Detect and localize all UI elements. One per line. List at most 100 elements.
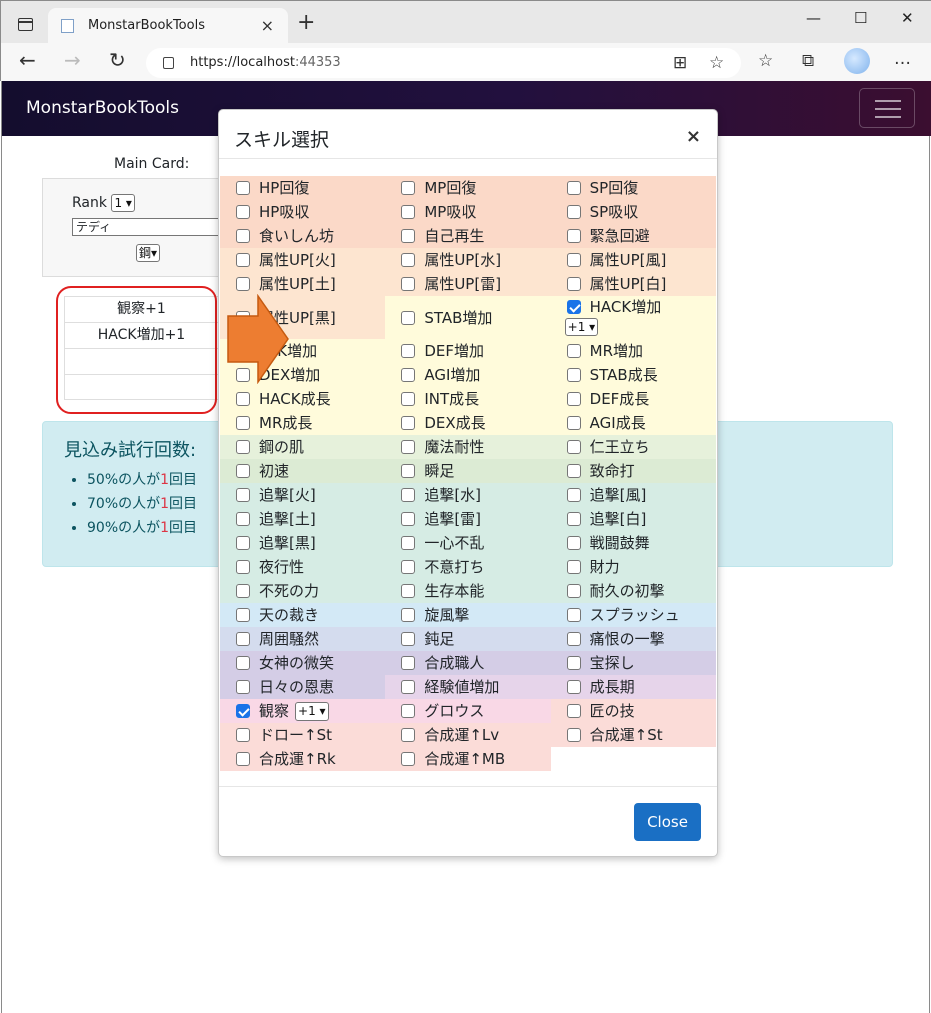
skill-checkbox[interactable] <box>401 277 416 291</box>
refresh-icon[interactable]: ↻ <box>109 48 126 72</box>
skill-checkbox[interactable] <box>236 608 250 622</box>
skill-checkbox[interactable] <box>401 560 416 574</box>
modal-close-icon[interactable]: × <box>686 126 701 147</box>
skill-option[interactable]: 追撃[雷] <box>385 507 551 531</box>
skill-checkbox[interactable] <box>401 656 416 670</box>
skill-option[interactable]: 属性UP[火] <box>220 248 386 272</box>
back-icon[interactable]: ← <box>19 48 36 72</box>
skill-option[interactable]: 追撃[白] <box>550 507 716 531</box>
skill-option[interactable]: 追撃[水] <box>385 483 551 507</box>
skill-level-select[interactable]: +1 ▾ <box>564 318 599 336</box>
skill-checkbox[interactable] <box>401 416 416 430</box>
skill-option[interactable]: 緊急回避 <box>550 224 716 248</box>
url-field[interactable]: https://localhost:44353 ⊞ ☆ <box>146 48 741 78</box>
skill-option[interactable]: 周囲騒然 <box>220 627 386 651</box>
skill-option[interactable]: MP回復 <box>385 176 551 200</box>
skill-checkbox[interactable] <box>236 488 250 502</box>
card-name-input[interactable]: テディ <box>72 218 222 236</box>
skill-checkbox[interactable] <box>566 229 581 243</box>
skill-option[interactable]: 属性UP[土] <box>220 272 386 296</box>
favorites-icon[interactable]: ☆ <box>758 51 773 71</box>
skill-option[interactable]: 匠の技 <box>550 699 716 723</box>
tab-close-icon[interactable]: × <box>261 8 274 43</box>
skill-checkbox[interactable] <box>401 368 416 382</box>
skill-level-select[interactable]: +1 ▾ <box>295 701 329 721</box>
skill-checkbox[interactable] <box>401 584 416 598</box>
skill-option[interactable]: グロウス <box>385 699 551 723</box>
skill-checkbox[interactable] <box>401 181 416 195</box>
skill-checkbox[interactable] <box>236 536 250 550</box>
skill-option[interactable]: 宝探し <box>550 651 716 675</box>
skill-checkbox[interactable] <box>236 632 250 646</box>
skill-checkbox[interactable] <box>566 728 581 742</box>
skill-checkbox[interactable] <box>236 181 250 195</box>
browser-tab[interactable]: MonstarBookTools × <box>48 8 288 43</box>
skill-option[interactable]: 追撃[土] <box>220 507 386 531</box>
skill-option[interactable]: AGI成長 <box>550 411 716 435</box>
skill-option[interactable]: 経験値増加 <box>385 675 551 699</box>
skill-option[interactable]: DEX成長 <box>385 411 551 435</box>
skill-checkbox[interactable] <box>401 392 416 406</box>
skill-option[interactable]: HACK増加 +1 ▾ <box>550 296 716 339</box>
skill-checkbox[interactable] <box>566 560 581 574</box>
skill-option[interactable]: HP回復 <box>220 176 386 200</box>
skill-option[interactable]: 致命打 <box>550 459 716 483</box>
skill-option[interactable]: MP吸収 <box>385 200 551 224</box>
skill-checkbox[interactable] <box>401 344 416 358</box>
skill-checkbox[interactable] <box>236 464 250 478</box>
skill-option[interactable]: 追撃[風] <box>550 483 716 507</box>
skill-option[interactable]: 属性UP[雷] <box>385 272 551 296</box>
skill-option[interactable]: INT成長 <box>385 387 551 411</box>
material-select[interactable]: 鋼▾ <box>136 244 161 262</box>
skill-checkbox[interactable] <box>566 300 581 314</box>
skill-option[interactable]: 耐久の初撃 <box>550 579 716 603</box>
forward-icon[interactable]: → <box>64 48 81 72</box>
skill-option[interactable]: ドロー↑St <box>220 723 386 747</box>
skill-checkbox[interactable] <box>401 704 416 718</box>
skill-option[interactable]: 瞬足 <box>385 459 551 483</box>
skill-option[interactable]: MR増加 <box>550 339 716 363</box>
skill-checkbox[interactable] <box>401 680 416 694</box>
skill-checkbox[interactable] <box>236 560 250 574</box>
skill-checkbox[interactable] <box>566 277 581 291</box>
skill-option[interactable]: 合成運↑Rk <box>220 747 386 771</box>
skill-option[interactable]: 一心不乱 <box>385 531 551 555</box>
skill-checkbox[interactable] <box>401 205 416 219</box>
profile-avatar[interactable] <box>844 48 870 74</box>
skill-option[interactable]: 食いしん坊 <box>220 224 386 248</box>
skill-checkbox[interactable] <box>566 344 581 358</box>
skill-option[interactable]: 追撃[黒] <box>220 531 386 555</box>
minimize-icon[interactable]: — <box>806 9 821 27</box>
skill-option[interactable]: 属性UP[風] <box>550 248 716 272</box>
skill-checkbox[interactable] <box>236 656 250 670</box>
skill-option[interactable]: DEF成長 <box>550 387 716 411</box>
skill-option[interactable]: 生存本能 <box>385 579 551 603</box>
skill-checkbox[interactable] <box>401 536 416 550</box>
skill-checkbox[interactable] <box>566 464 581 478</box>
skill-option[interactable]: スプラッシュ <box>550 603 716 627</box>
skill-checkbox[interactable] <box>566 440 581 454</box>
skill-option[interactable]: 初速 <box>220 459 386 483</box>
skill-option[interactable]: 属性UP[水] <box>385 248 551 272</box>
skill-checkbox[interactable] <box>401 632 416 646</box>
skill-checkbox[interactable] <box>236 752 250 766</box>
skill-option[interactable]: 女神の微笑 <box>220 651 386 675</box>
skill-checkbox[interactable] <box>566 680 581 694</box>
skill-checkbox[interactable] <box>566 704 581 718</box>
skill-checkbox[interactable] <box>236 512 250 526</box>
skill-option[interactable]: 戦闘鼓舞 <box>550 531 716 555</box>
collections-icon[interactable]: ⧉ <box>802 51 814 71</box>
lock-icon[interactable] <box>163 57 174 69</box>
skill-option[interactable]: MR成長 <box>220 411 386 435</box>
skill-option[interactable]: STAB成長 <box>550 363 716 387</box>
add-favorite-icon[interactable]: ☆ <box>709 48 724 78</box>
app-available-icon[interactable]: ⊞ <box>673 48 687 78</box>
window-close-icon[interactable]: ✕ <box>901 9 914 27</box>
skill-checkbox[interactable] <box>566 536 581 550</box>
skill-checkbox[interactable] <box>566 181 581 195</box>
skill-checkbox[interactable] <box>401 310 416 325</box>
skill-option[interactable]: 日々の恩恵 <box>220 675 386 699</box>
rank-select[interactable]: 1 ▾ <box>111 194 135 212</box>
skill-option[interactable]: HP吸収 <box>220 200 386 224</box>
skill-option[interactable]: 成長期 <box>550 675 716 699</box>
